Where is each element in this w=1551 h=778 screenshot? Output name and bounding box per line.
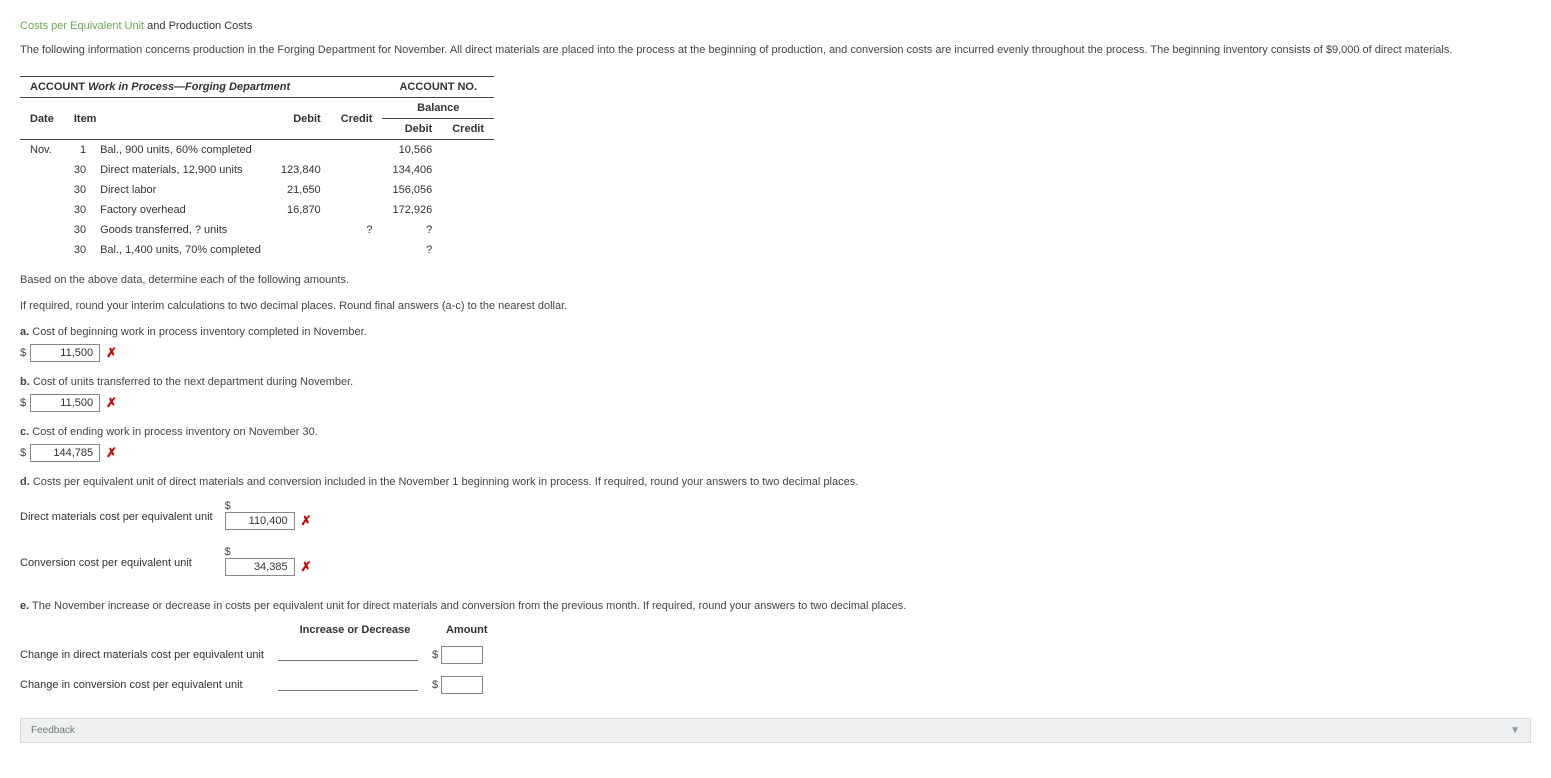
- chevron-down-icon: ▼: [1510, 725, 1520, 736]
- col-date: Date: [20, 98, 64, 140]
- col-credit: Credit: [331, 98, 383, 140]
- dollar-sign: $: [225, 500, 231, 512]
- table-row: 30Direct materials, 12,900 units123,8401…: [20, 160, 494, 180]
- qa-label: a.: [20, 326, 29, 338]
- dollar-sign: $: [432, 649, 438, 661]
- col-debit: Debit: [271, 98, 331, 140]
- qd-table: Direct materials cost per equivalent uni…: [20, 494, 324, 586]
- qe-row2-input[interactable]: [441, 676, 483, 694]
- table-row: 30Bal., 1,400 units, 70% completed?: [20, 240, 494, 260]
- page-title-rest: and Production Costs: [144, 20, 252, 32]
- table-row: 30Goods transferred, ? units??: [20, 220, 494, 240]
- qe-table: Increase or Decrease Amount Change in di…: [20, 620, 502, 700]
- feedback-bar[interactable]: Feedback ▼: [20, 718, 1531, 743]
- qb-text: Cost of units transferred to the next de…: [33, 376, 353, 388]
- qe-col1: Increase or Decrease: [278, 620, 432, 640]
- table-row: Nov.1Bal., 900 units, 60% completed10,56…: [20, 140, 494, 161]
- question-b: b. Cost of units transferred to the next…: [20, 376, 1531, 388]
- page-title-green: Costs per Equivalent Unit: [20, 20, 144, 32]
- dollar-sign: $: [225, 546, 231, 558]
- question-e: e. The November increase or decrease in …: [20, 600, 1531, 612]
- qc-label: c.: [20, 426, 29, 438]
- account-label: ACCOUNT: [30, 81, 85, 93]
- dollar-sign: $: [20, 347, 26, 359]
- instruction-1: Based on the above data, determine each …: [20, 274, 1531, 286]
- question-c: c. Cost of ending work in process invent…: [20, 426, 1531, 438]
- question-d: d. Costs per equivalent unit of direct m…: [20, 476, 1531, 488]
- qd-text: Costs per equivalent unit of direct mate…: [33, 476, 858, 488]
- incorrect-icon: ✗: [301, 559, 312, 575]
- qc-input[interactable]: 144,785: [30, 444, 100, 462]
- qa-input[interactable]: 11,500: [30, 344, 100, 362]
- qe-label: e.: [20, 600, 29, 612]
- qe-row2-label: Change in conversion cost per equivalent…: [20, 670, 278, 700]
- qd-row1-label: Direct materials cost per equivalent uni…: [20, 494, 225, 540]
- account-no-label: ACCOUNT NO.: [382, 77, 494, 98]
- qb-input[interactable]: 11,500: [30, 394, 100, 412]
- qe-text: The November increase or decrease in cos…: [32, 600, 906, 612]
- qe-row1-select[interactable]: [278, 646, 418, 661]
- dollar-sign: $: [432, 679, 438, 691]
- account-name: Work in Process—Forging Department: [88, 81, 290, 93]
- table-row: 30Direct labor21,650156,056: [20, 180, 494, 200]
- col-item: Item: [64, 98, 271, 140]
- qd-row2-input[interactable]: 34,385: [225, 558, 295, 576]
- instruction-2: If required, round your interim calculat…: [20, 300, 1531, 312]
- qe-col2: Amount: [432, 620, 502, 640]
- qe-row2-select[interactable]: [278, 676, 418, 691]
- dollar-sign: $: [20, 447, 26, 459]
- col-bal-credit: Credit: [442, 119, 494, 140]
- question-a: a. Cost of beginning work in process inv…: [20, 326, 1531, 338]
- feedback-label: Feedback: [31, 725, 75, 736]
- table-row: 30Factory overhead16,870172,926: [20, 200, 494, 220]
- dollar-sign: $: [20, 397, 26, 409]
- incorrect-icon: ✗: [301, 513, 312, 529]
- qd-label: d.: [20, 476, 30, 488]
- incorrect-icon: ✗: [106, 345, 117, 361]
- qb-label: b.: [20, 376, 30, 388]
- qa-text: Cost of beginning work in process invent…: [32, 326, 366, 338]
- col-balance: Balance: [382, 98, 494, 119]
- intro-text: The following information concerns produ…: [20, 44, 1531, 56]
- qc-text: Cost of ending work in process inventory…: [32, 426, 318, 438]
- qe-row1-label: Change in direct materials cost per equi…: [20, 640, 278, 670]
- ledger-table: ACCOUNT Work in Process—Forging Departme…: [20, 76, 494, 260]
- qe-row1-input[interactable]: [441, 646, 483, 664]
- incorrect-icon: ✗: [106, 445, 117, 461]
- incorrect-icon: ✗: [106, 395, 117, 411]
- qd-row2-label: Conversion cost per equivalent unit: [20, 540, 225, 586]
- qd-row1-input[interactable]: 110,400: [225, 512, 295, 530]
- col-bal-debit: Debit: [382, 119, 442, 140]
